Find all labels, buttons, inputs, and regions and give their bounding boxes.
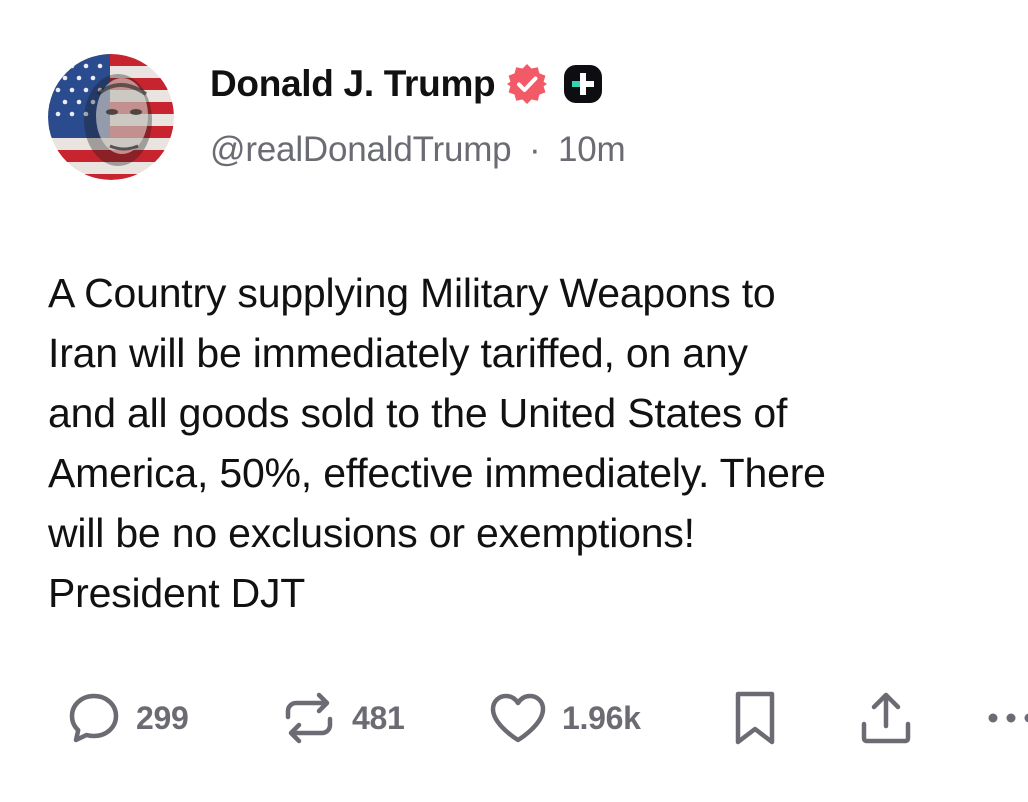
post-body-line: America, 50%, effective immediately. The… xyxy=(48,450,826,496)
comment-icon xyxy=(66,690,122,746)
author-name-row: Donald J. Trump xyxy=(210,58,603,110)
avatar[interactable] xyxy=(48,54,174,180)
meta-separator: · xyxy=(528,130,541,169)
reply-count: 299 xyxy=(136,699,189,736)
heart-icon xyxy=(488,690,548,746)
post-body-line: will be no exclusions or exemptions! xyxy=(48,510,695,556)
author-handle-row: @realDonaldTrump · 10m xyxy=(210,130,626,170)
author-handle[interactable]: @realDonaldTrump xyxy=(210,130,512,169)
post-body-line: Iran will be immediately tariffed, on an… xyxy=(48,330,748,376)
bookmark-icon xyxy=(730,688,780,748)
post-body-line: President DJT xyxy=(48,570,306,616)
like-button[interactable]: 1.96k xyxy=(488,686,641,750)
like-count: 1.96k xyxy=(562,699,641,736)
post-body-line: A Country supplying Military Weapons to xyxy=(48,270,776,316)
plus-badge-icon xyxy=(563,64,603,104)
verified-badge-icon xyxy=(505,62,549,106)
post-card: Donald J. Trump @realDonaldTrump · 10m A… xyxy=(0,0,1028,802)
repost-button[interactable]: 481 xyxy=(280,686,405,750)
repost-count: 481 xyxy=(352,699,405,736)
repost-icon xyxy=(280,689,338,747)
author-display-name[interactable]: Donald J. Trump xyxy=(210,63,496,105)
post-body-line: and all goods sold to the United States … xyxy=(48,390,788,436)
more-button[interactable] xyxy=(984,686,1028,750)
post-timestamp[interactable]: 10m xyxy=(558,130,626,169)
share-icon xyxy=(856,688,916,748)
post-body: A Country supplying Military Weapons to … xyxy=(48,263,1028,623)
action-bar: 299 481 1.96k xyxy=(0,686,1028,750)
share-button[interactable] xyxy=(856,686,916,750)
bookmark-button[interactable] xyxy=(730,686,780,750)
reply-button[interactable]: 299 xyxy=(66,686,189,750)
more-icon xyxy=(984,708,1028,728)
